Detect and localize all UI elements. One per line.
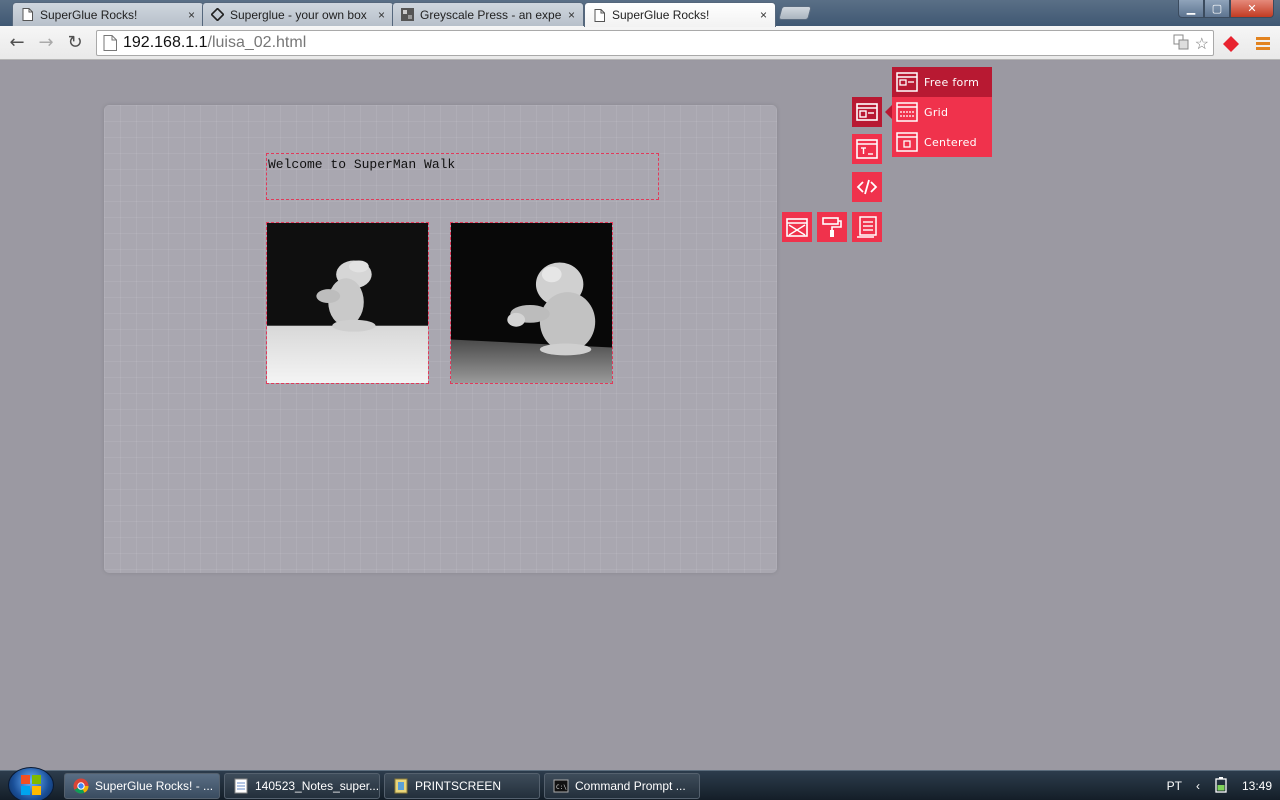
code-icon xyxy=(856,179,878,195)
cmd-icon: C:\ xyxy=(553,779,569,793)
paint-icon xyxy=(394,778,408,794)
layout-menu: Free form Grid Centered xyxy=(892,67,992,157)
image-placeholder-icon xyxy=(786,218,808,237)
menu-pointer xyxy=(885,105,892,119)
list-tool-button[interactable] xyxy=(852,212,882,242)
page-icon xyxy=(593,8,606,22)
welcome-text-box[interactable]: Welcome to SuperMan Walk xyxy=(266,153,659,200)
tab-greyscale-press[interactable]: Greyscale Press - an experi × xyxy=(392,2,584,26)
power-icon[interactable] xyxy=(1214,776,1228,796)
taskbar-item-label: 140523_Notes_super... xyxy=(255,779,380,793)
clay-figure-sitting-image xyxy=(267,223,428,383)
free-form-layout-icon xyxy=(896,72,918,92)
image-tool-button[interactable] xyxy=(782,212,812,242)
grid-layout-icon xyxy=(896,102,918,122)
superglue-extension-icon[interactable] xyxy=(1222,35,1239,52)
svg-text:C:\: C:\ xyxy=(556,784,567,791)
menu-item-centered[interactable]: Centered xyxy=(892,127,992,157)
menu-item-grid[interactable]: Grid xyxy=(892,97,992,127)
close-window-button[interactable]: ✕ xyxy=(1230,0,1274,18)
clock[interactable]: 13:49 xyxy=(1242,779,1272,793)
paint-roller-icon xyxy=(822,217,842,237)
new-tab-button[interactable] xyxy=(778,6,812,20)
address-bar[interactable]: 192.168.1.1/luisa_02.html ☆ xyxy=(96,30,1214,56)
forward-button[interactable]: → xyxy=(36,32,56,53)
taskbar-item-chrome[interactable]: SuperGlue Rocks! - ... xyxy=(64,773,220,799)
bookmark-star-icon[interactable]: ☆ xyxy=(1195,34,1209,55)
layout-icon xyxy=(856,103,878,121)
browser-toolbar: ← → ↻ 192.168.1.1/luisa_02.html ☆ xyxy=(0,26,1280,60)
minimize-button[interactable]: ▁ xyxy=(1178,0,1204,18)
editor-canvas[interactable]: Welcome to SuperMan Walk xyxy=(104,105,777,573)
url-path: /luisa_02.html xyxy=(207,34,307,51)
page-icon xyxy=(103,35,117,51)
tab-close-icon[interactable]: × xyxy=(378,8,385,22)
code-tool-button[interactable] xyxy=(852,172,882,202)
tab-title: Greyscale Press - an experi xyxy=(420,7,562,22)
superglue-diamond-icon xyxy=(211,8,224,22)
notepad-icon xyxy=(234,778,248,794)
window-controls: ▁ ▢ ✕ xyxy=(1178,0,1274,18)
tab-title: SuperGlue Rocks! xyxy=(40,7,138,22)
taskbar-item-command-prompt[interactable]: C:\ Command Prompt ... xyxy=(544,773,700,799)
translate-icon[interactable] xyxy=(1173,34,1189,55)
tab-superglue-rocks-1[interactable]: SuperGlue Rocks! × xyxy=(12,2,204,26)
taskbar-item-label: PRINTSCREEN xyxy=(415,779,502,793)
window-titlebar: SuperGlue Rocks! × Superglue - your own … xyxy=(0,0,1280,27)
back-button[interactable]: ← xyxy=(7,32,27,53)
taskbar-item-paint[interactable]: PRINTSCREEN xyxy=(384,773,540,799)
tab-close-icon[interactable]: × xyxy=(568,8,575,22)
layout-tool-button[interactable] xyxy=(852,97,882,127)
taskbar-item-label: SuperGlue Rocks! - ... xyxy=(95,779,214,793)
windows-logo-icon xyxy=(21,775,41,795)
menu-item-label: Free form xyxy=(924,75,980,89)
menu-item-label: Grid xyxy=(924,105,949,119)
taskbar-item-notepad[interactable]: 140523_Notes_super... xyxy=(224,773,380,799)
tab-title: SuperGlue Rocks! xyxy=(612,8,710,22)
tab-title: Superglue - your own box xyxy=(230,7,367,22)
menu-icon[interactable] xyxy=(1255,35,1271,51)
menu-item-free-form[interactable]: Free form xyxy=(892,67,992,97)
windows-taskbar: SuperGlue Rocks! - ... 140523_Notes_supe… xyxy=(0,767,1280,800)
maximize-button[interactable]: ▢ xyxy=(1204,0,1230,18)
style-tool-button[interactable] xyxy=(817,212,847,242)
chrome-icon xyxy=(73,778,89,794)
image-box-1[interactable] xyxy=(266,222,429,384)
image-box-2[interactable] xyxy=(450,222,613,384)
tab-close-icon[interactable]: × xyxy=(188,8,195,22)
menu-item-label: Centered xyxy=(924,135,977,149)
tab-close-icon[interactable]: × xyxy=(760,8,767,22)
reload-button[interactable]: ↻ xyxy=(65,32,85,53)
start-button[interactable] xyxy=(8,767,54,800)
greyscale-icon xyxy=(401,8,414,22)
page-viewport: Welcome to SuperMan Walk Free form Grid … xyxy=(0,61,1280,770)
tab-superglue-rocks-active[interactable]: SuperGlue Rocks! × xyxy=(584,2,776,27)
taskbar-item-label: Command Prompt ... xyxy=(575,779,686,793)
centered-layout-icon xyxy=(896,132,918,152)
chevron-left-icon[interactable]: ‹ xyxy=(1196,779,1200,793)
text-block-icon xyxy=(856,139,878,159)
url-host: 192.168.1.1 xyxy=(123,34,208,51)
language-indicator[interactable]: PT xyxy=(1167,779,1182,793)
tab-superglue-box[interactable]: Superglue - your own box × xyxy=(202,2,394,26)
system-tray: PT ‹ 13:49 xyxy=(1167,771,1272,800)
list-icon xyxy=(857,216,877,238)
text-block-tool-button[interactable] xyxy=(852,134,882,164)
page-icon xyxy=(21,8,34,22)
clay-figure-reaching-image xyxy=(451,223,612,383)
